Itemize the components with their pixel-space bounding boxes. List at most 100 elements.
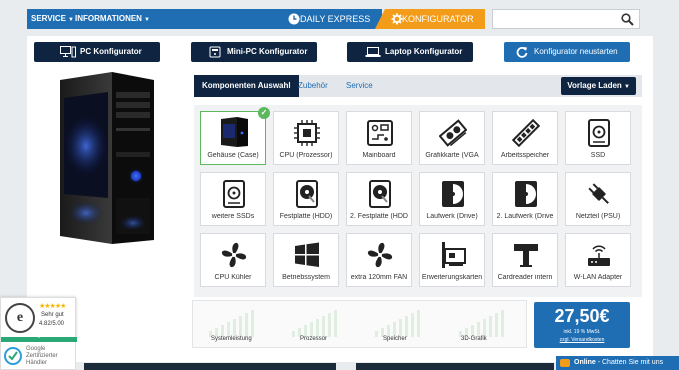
mainboard-icon [367,120,393,146]
load-template-label: Vorlage Laden [567,81,622,90]
meter-label-3d: 3D-Grafik [461,336,487,342]
konfigurator-label: KONFIGURATOR [402,14,474,24]
google-line-2: Zertifizierter [26,353,58,359]
component-hdd[interactable]: Festplatte (HDD) [273,172,339,226]
pc-case-image [60,72,154,244]
processor-meter [292,310,337,337]
rating-text: Sehr gut [41,312,64,318]
footer-bar-right [356,363,554,370]
pc-configurator-label: PC Konfigurator [80,47,142,56]
case-image [221,117,248,147]
component-label: Betriebssystem [282,274,330,281]
component-label: Festplatte (HDD) [279,213,333,220]
component-expansion-cards[interactable]: Erweiterungskarten [419,233,485,287]
component-label: Mainboard [362,152,396,159]
tab-komponenten-auswahl[interactable]: Komponenten Auswahl [194,75,299,97]
drive-icon [515,181,537,207]
trusted-shops-badge[interactable]: e ★★★★★ Sehr gut 4.82/5.00 [0,297,76,339]
restart-configurator-button[interactable]: Konfigurator neustarten [504,42,630,62]
chat-bubble-icon [560,359,570,367]
gear-icon [391,13,403,25]
component-graphics-card[interactable]: Grafikkarte (VGA [419,111,485,165]
laptop-configurator-label: Laptop Konfigurator [385,47,463,56]
ssd-icon [588,119,610,147]
rating-stars: ★★★★★ [39,303,66,310]
component-cpu-cooler[interactable]: CPU Kühler [200,233,266,287]
clock-icon [288,13,300,25]
search-icon[interactable] [621,13,634,26]
search-input[interactable] [492,9,640,29]
component-ssd[interactable]: SSD [565,111,631,165]
mini-pc-configurator-label: Mini-PC Konfigurator [227,47,308,56]
component-second-drive[interactable]: 2. Laufwerk (Drive [492,172,558,226]
meter-label-memory: Speicher [383,336,407,342]
price-box: 27,50€ inkl. 19 % MwSt. zzgl. Versandkos… [534,302,630,348]
component-ram[interactable]: Arbeitsspeicher [492,111,558,165]
laptop-configurator-button[interactable]: Laptop Konfigurator [347,42,473,62]
footer-bar-left [84,363,336,370]
component-cardreader[interactable]: Cardreader intern [492,233,558,287]
tab-service[interactable]: Service [346,75,373,97]
main-menu-bar: SERVICE ▼ INFORMATIONEN ▼ [27,9,285,29]
top-navigation: SERVICE ▼ INFORMATIONEN ▼ DAILY EXPRESS KO… [0,0,679,36]
component-label: 2. Festplatte (HDD [350,213,408,220]
component-case[interactable]: ✓ Gehäuse (Case) [200,107,270,165]
component-tabs: Komponenten Auswahl Zubehör Service Vorl… [194,75,642,97]
selected-check-icon: ✓ [258,107,270,119]
google-certified-text: Google Zertifizierter Händler [26,346,58,367]
cardreader-icon [514,244,538,267]
component-label: W-LAN Adapter [573,274,623,281]
component-label: SSD [590,152,606,159]
windows-icon [295,242,319,267]
component-label: 2. Laufwerk (Drive [496,213,554,220]
component-second-hdd[interactable]: 2. Festplatte (HDD [346,172,412,226]
google-line-3: Händler [26,360,48,366]
rating-score: 4.82/5.00 [39,321,65,327]
component-drive[interactable]: Laufwerk (Drive) [419,172,485,226]
vat-note: inkl. 19 % MwSt. [563,329,601,335]
restart-configurator-label: Konfigurator neustarten [534,47,618,56]
component-mainboard[interactable]: Mainboard [346,111,412,165]
menu-service[interactable]: SERVICE ▼ [31,9,74,29]
shipping-link[interactable]: zzgl. Versandkosten [534,337,630,343]
component-psu[interactable]: Netzteil (PSU) [565,172,631,226]
chevron-down-icon: ▼ [67,17,74,23]
mini-pc-configurator-button[interactable]: Mini-PC Konfigurator [191,42,317,62]
trusted-shops-seal-icon: e [5,303,35,333]
daily-express-tab[interactable]: DAILY EXPRESS [272,9,382,29]
component-extra-fan[interactable]: extra 120mm FAN [346,233,412,287]
cpu-icon [294,120,320,146]
chevron-up-icon[interactable]: ^ [1,337,77,342]
menu-informationen-label: INFORMATIONEN [75,14,142,23]
component-extra-ssds[interactable]: weitere SSDs [200,172,266,226]
chevron-down-icon: ▼ [624,84,630,90]
component-wlan[interactable]: W-LAN Adapter [565,233,631,287]
component-label: CPU Kühler [214,274,252,281]
laptop-icon [365,47,381,57]
psu-plug-icon [588,183,609,204]
memory-meter [375,310,420,337]
meter-label-system: Systemleistung [211,336,252,342]
daily-express-label: DAILY EXPRESS [300,14,371,24]
load-template-dropdown[interactable]: Vorlage Laden ▼ [561,77,636,95]
menu-informationen[interactable]: INFORMATIONEN ▼ [75,9,150,29]
component-label: Erweiterungskarten [421,274,483,281]
component-os[interactable]: Betriebssystem [273,233,339,287]
component-label: Laufwerk (Drive) [426,213,478,220]
konfigurator-tab[interactable]: KONFIGURATOR [375,9,485,29]
fan-icon [367,242,393,268]
pc-configurator-button[interactable]: PC Konfigurator [34,42,160,62]
graphics-3d-meter [459,310,504,337]
menu-service-label: SERVICE [31,14,66,23]
component-label: Grafikkarte (VGA [425,152,479,159]
tab-zubehoer[interactable]: Zubehör [298,75,328,97]
component-label: extra 120mm FAN [350,274,408,281]
component-label: Gehäuse (Case) [207,152,259,159]
component-cpu[interactable]: CPU (Prozessor) [273,111,339,165]
system-performance-meter [209,310,254,337]
component-label: Netzteil (PSU) [575,213,621,220]
chevron-down-icon: ▼ [143,17,150,23]
google-certified-badge[interactable]: ^ Google Zertifizierter Händler [0,337,77,370]
total-price: 27,50€ [554,306,610,326]
live-chat-button[interactable]: Online - Chatten Sie mit uns [556,356,679,370]
